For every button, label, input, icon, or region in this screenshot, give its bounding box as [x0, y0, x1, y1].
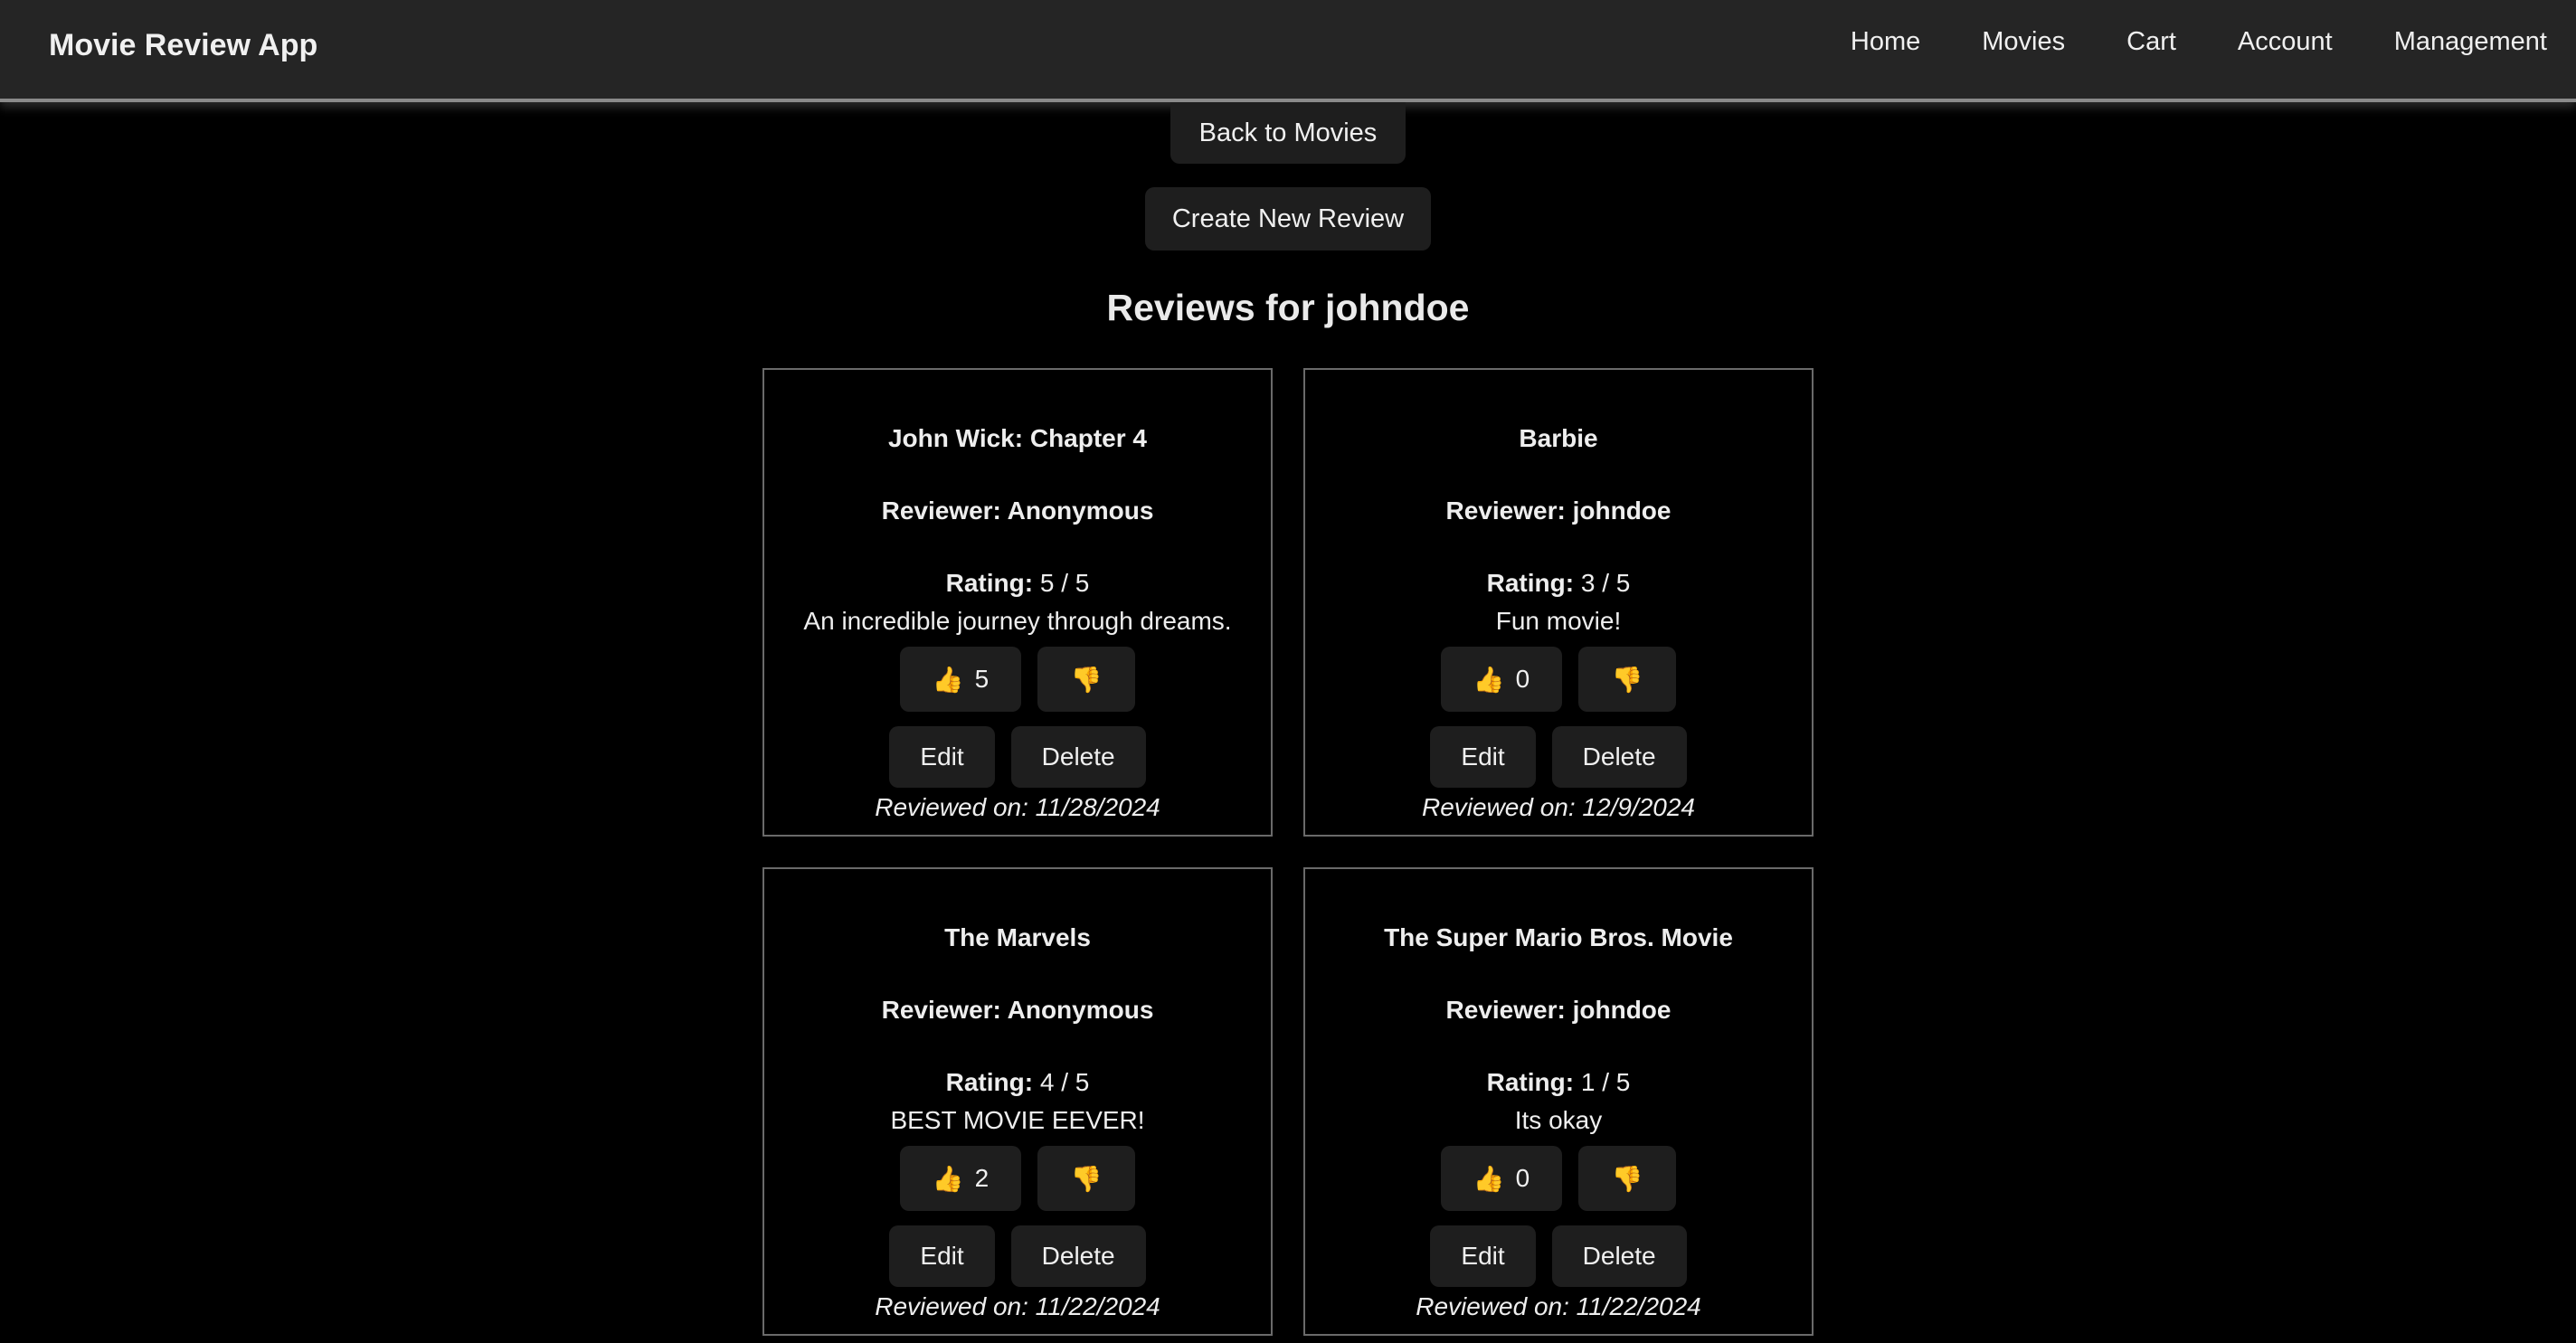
like-count: 0	[1515, 1164, 1530, 1192]
review-date: Reviewed on: 12/9/2024	[1422, 793, 1695, 821]
rating-label: Rating:	[1486, 1068, 1575, 1096]
create-review-button[interactable]: Create New Review	[1145, 187, 1431, 251]
edit-button[interactable]: Edit	[889, 726, 995, 788]
nav-account-link[interactable]: Account	[2238, 27, 2333, 57]
review-reviewer: Reviewer: johndoe	[1445, 497, 1672, 525]
review-reviewer: Reviewer: johndoe	[1445, 996, 1672, 1024]
review-movie-title: John Wick: Chapter 4	[887, 424, 1147, 452]
page-title: Reviews for johndoe	[1106, 287, 1470, 328]
rating-value: 5 / 5	[1039, 569, 1090, 597]
review-card: Barbie Reviewer: johndoe Rating: 3 / 5 F…	[1303, 368, 1814, 837]
action-row: Edit Delete	[1430, 726, 1687, 788]
delete-button[interactable]: Delete	[1010, 1225, 1146, 1287]
nav-cart-link[interactable]: Cart	[2126, 27, 2176, 57]
like-button[interactable]: 👍 5	[899, 647, 1022, 712]
rating-label: Rating:	[1486, 569, 1575, 597]
review-rating: Rating: 4 / 5	[946, 1068, 1090, 1106]
nav-movies-link[interactable]: Movies	[1982, 27, 2065, 57]
review-reviewer: Reviewer: Anonymous	[881, 996, 1154, 1024]
review-reviewer: Reviewer: Anonymous	[881, 497, 1154, 525]
nav-home-link[interactable]: Home	[1851, 27, 1920, 57]
review-rating: Rating: 5 / 5	[946, 569, 1090, 607]
edit-button[interactable]: Edit	[889, 1225, 995, 1287]
review-comment: BEST MOVIE EEVER!	[890, 1106, 1145, 1134]
vote-row: 👍 2 👎	[899, 1146, 1136, 1211]
action-row: Edit Delete	[1430, 1225, 1687, 1287]
review-date: Reviewed on: 11/22/2024	[1416, 1292, 1701, 1320]
back-to-movies-button[interactable]: Back to Movies	[1170, 102, 1406, 164]
review-movie-title: The Super Mario Bros. Movie	[1384, 923, 1733, 951]
review-card: The Marvels Reviewer: Anonymous Rating: …	[762, 867, 1273, 1336]
thumbs-down-icon: 👎	[1070, 1164, 1103, 1193]
review-card: The Super Mario Bros. Movie Reviewer: jo…	[1303, 867, 1814, 1336]
reviews-grid: John Wick: Chapter 4 Reviewer: Anonymous…	[762, 368, 1814, 1336]
nav-management-link[interactable]: Management	[2394, 27, 2547, 57]
dislike-button[interactable]: 👎	[1037, 1146, 1136, 1211]
thumbs-up-icon: 👍	[932, 665, 964, 694]
rating-value: 4 / 5	[1039, 1068, 1090, 1096]
delete-button[interactable]: Delete	[1010, 726, 1146, 788]
rating-label: Rating:	[945, 1068, 1034, 1096]
app-title[interactable]: Movie Review App	[49, 28, 317, 63]
thumbs-down-icon: 👎	[1611, 665, 1643, 694]
review-comment: Its okay	[1514, 1106, 1603, 1134]
review-movie-title: Barbie	[1519, 424, 1598, 452]
rating-value: 3 / 5	[1580, 569, 1631, 597]
thumbs-down-icon: 👎	[1070, 665, 1103, 694]
action-row: Edit Delete	[889, 726, 1146, 788]
top-navbar: Movie Review App Home Movies Cart Accoun…	[0, 0, 2576, 102]
delete-button[interactable]: Delete	[1551, 726, 1687, 788]
review-movie-title: The Marvels	[944, 923, 1091, 951]
like-count: 0	[1515, 665, 1530, 693]
like-button[interactable]: 👍 0	[1440, 647, 1563, 712]
thumbs-up-icon: 👍	[932, 1164, 964, 1193]
like-button[interactable]: 👍 0	[1440, 1146, 1563, 1211]
nav-links: Home Movies Cart Account Management	[1851, 27, 2547, 57]
like-count: 2	[974, 1164, 990, 1192]
rating-label: Rating:	[945, 569, 1034, 597]
vote-row: 👍 0 👎	[1440, 1146, 1677, 1211]
review-date: Reviewed on: 11/22/2024	[875, 1292, 1160, 1320]
review-comment: An incredible journey through dreams.	[803, 607, 1232, 635]
action-row: Edit Delete	[889, 1225, 1146, 1287]
thumbs-up-icon: 👍	[1473, 1164, 1505, 1193]
review-comment: Fun movie!	[1495, 607, 1622, 635]
delete-button[interactable]: Delete	[1551, 1225, 1687, 1287]
vote-row: 👍 0 👎	[1440, 647, 1677, 712]
vote-row: 👍 5 👎	[899, 647, 1136, 712]
edit-button[interactable]: Edit	[1430, 726, 1536, 788]
dislike-button[interactable]: 👎	[1578, 647, 1677, 712]
like-button[interactable]: 👍 2	[899, 1146, 1022, 1211]
rating-value: 1 / 5	[1580, 1068, 1631, 1096]
dislike-button[interactable]: 👎	[1037, 647, 1136, 712]
review-date: Reviewed on: 11/28/2024	[875, 793, 1160, 821]
thumbs-up-icon: 👍	[1473, 665, 1505, 694]
review-rating: Rating: 3 / 5	[1487, 569, 1631, 607]
dislike-button[interactable]: 👎	[1578, 1146, 1677, 1211]
review-rating: Rating: 1 / 5	[1487, 1068, 1631, 1106]
thumbs-down-icon: 👎	[1611, 1164, 1643, 1193]
edit-button[interactable]: Edit	[1430, 1225, 1536, 1287]
like-count: 5	[974, 665, 990, 693]
review-card: John Wick: Chapter 4 Reviewer: Anonymous…	[762, 368, 1273, 837]
